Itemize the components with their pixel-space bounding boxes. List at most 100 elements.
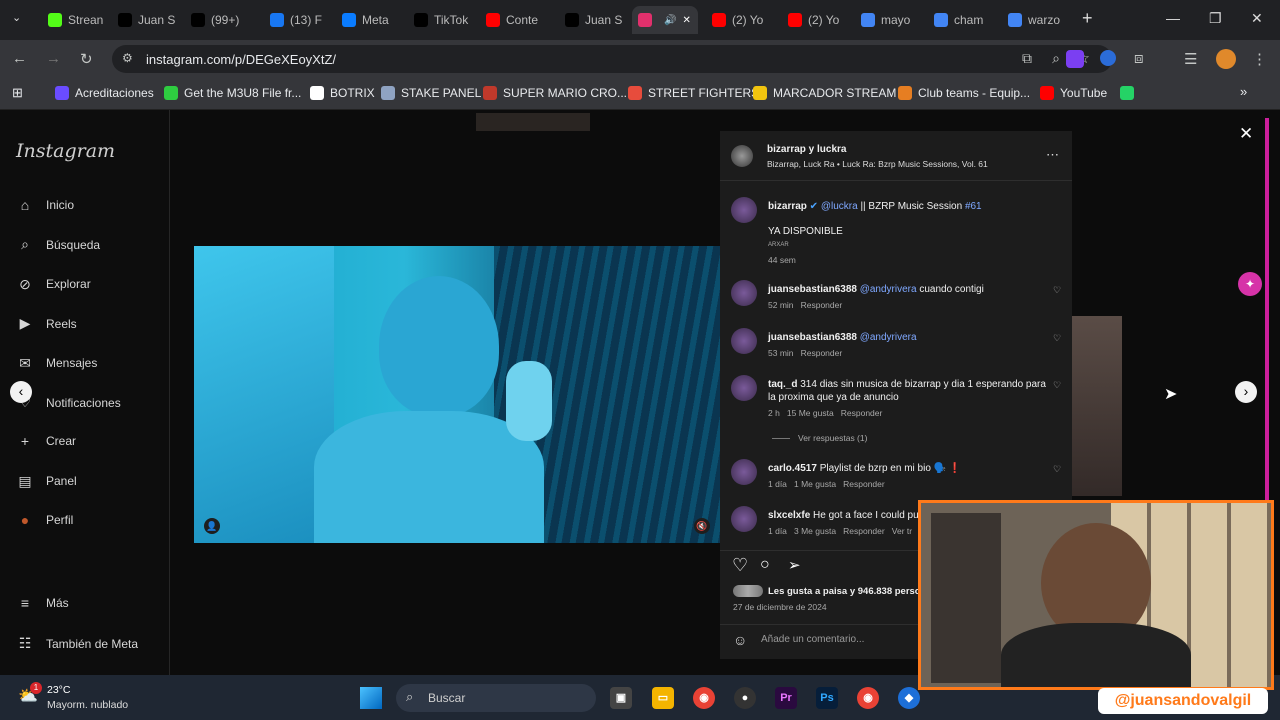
nav-also-meta[interactable]: ☷ También de Meta (16, 635, 138, 652)
browser-tab[interactable]: Juan S (559, 6, 625, 34)
browser-tab[interactable]: Juan S (112, 6, 178, 34)
back-icon[interactable]: ← (12, 50, 27, 67)
new-tab-button[interactable]: + (1082, 8, 1093, 29)
commenter-avatar[interactable] (731, 328, 757, 354)
nav-crear[interactable]: + Crear (16, 433, 76, 449)
bookmark-item[interactable]: Acreditaciones (55, 86, 154, 100)
browser-tab[interactable]: (2) Yo (706, 6, 774, 34)
reload-icon[interactable]: ↻ (80, 50, 93, 68)
nav-explorar[interactable]: ⊘ Explorar (16, 276, 91, 293)
extension-icon[interactable] (1066, 50, 1084, 68)
post-author[interactable]: bizarrap y luckra (767, 143, 846, 156)
browser-tab[interactable]: warzo (1002, 6, 1068, 34)
view-replies[interactable]: Ver respuestas (1) (772, 433, 867, 443)
comment-bubble-icon[interactable]: ○ (760, 556, 770, 574)
taskbar-search[interactable]: ⌕ Buscar (396, 684, 596, 712)
more-options-icon[interactable]: ⋯ (1046, 147, 1059, 163)
nav-inicio[interactable]: ⌂ Inicio (16, 197, 74, 213)
instagram-logo[interactable]: Instagram (16, 140, 115, 162)
bookmark-item[interactable]: STAKE PANEL (381, 86, 481, 100)
forward-icon[interactable]: → (46, 50, 61, 67)
start-button[interactable] (360, 687, 382, 709)
comment-user[interactable]: slxcelxfe (768, 510, 810, 521)
likes-count[interactable]: Les gusta a paisa y 946.838 perso (768, 585, 921, 598)
restore-button[interactable]: ❐ (1209, 10, 1222, 27)
tagged-user-icon[interactable]: 👤 (204, 518, 220, 534)
browser-tab[interactable]: cham (928, 6, 994, 34)
extension-icon[interactable] (1100, 50, 1116, 66)
minimize-button[interactable]: — (1166, 10, 1180, 26)
task-view-icon[interactable]: ▣ (610, 687, 632, 709)
nav-notificaciones[interactable]: ♡Notificaciones (16, 394, 121, 411)
more-bookmarks-icon[interactable]: » (1240, 84, 1247, 99)
media-control-icon[interactable]: ☰ (1184, 50, 1197, 68)
bookmark-item[interactable]: Club teams - Equip... (898, 86, 1030, 100)
comment-input[interactable]: Añade un comentario... (761, 634, 864, 645)
browser-tab[interactable]: (13) F (264, 6, 330, 34)
caption-avatar[interactable] (731, 197, 757, 223)
comment-meta[interactable]: 53 min Responder (768, 348, 842, 358)
bookmark-item[interactable]: BOTRIX (310, 86, 375, 100)
close-post-icon[interactable]: ✕ (1239, 124, 1253, 144)
premiere-icon[interactable]: Pr (775, 687, 797, 709)
comment-like-icon[interactable]: ♡ (1053, 285, 1061, 296)
comment-meta[interactable]: 52 min Responder (768, 300, 842, 310)
bookmark-item[interactable]: Get the M3U8 File fr... (164, 86, 301, 100)
site-info-icon[interactable]: ⚙ (122, 51, 133, 65)
bookmark-item[interactable]: STREET FIGHTERS (628, 86, 759, 100)
browser-tab[interactable]: (2) Yo (782, 6, 848, 34)
menu-kebab-icon[interactable]: ⋮ (1252, 50, 1267, 68)
weather-temp[interactable]: 23°C (47, 684, 70, 696)
previous-post-button[interactable]: ‹ (10, 381, 32, 403)
commenter-avatar[interactable] (731, 506, 757, 532)
browser-tab[interactable]: Strean (42, 6, 108, 34)
zoom-icon[interactable]: ⌕ (1052, 50, 1060, 67)
nav-reels[interactable]: ▶ Reels (16, 315, 77, 332)
share-icon[interactable]: ➢ (788, 556, 801, 574)
comment-user[interactable]: juansebastian6388 (768, 332, 857, 343)
comment-mention[interactable]: @andyrivera (860, 332, 917, 343)
app-icon[interactable]: ● (734, 687, 756, 709)
address-bar[interactable]: ⚙ instagram.com/p/DEGeXEoyXtZ/ ⧉ ⌕ ☆ (112, 45, 1112, 73)
weather-desc[interactable]: Mayorm. nublado (47, 699, 128, 711)
mute-icon[interactable]: 🔇 (694, 518, 710, 534)
comment-user[interactable]: juansebastian6388 (768, 284, 857, 295)
browser-tab[interactable]: 🔊 ✕ (632, 6, 698, 34)
next-post-button[interactable]: › (1235, 381, 1257, 403)
photoshop-icon[interactable]: Ps (816, 687, 838, 709)
nav-more[interactable]: ≡ Más (16, 595, 69, 611)
commenter-avatar[interactable] (731, 280, 757, 306)
browser-tab[interactable]: mayo (855, 6, 921, 34)
nav-mensajes[interactable]: ✉ Mensajes (16, 355, 97, 372)
bookmark-item[interactable]: SUPER MARIO CRO... (483, 86, 627, 100)
comment-user[interactable]: carlo.4517 (768, 463, 817, 474)
post-video[interactable]: 👤 🔇 (194, 246, 720, 543)
browser-tab[interactable]: Conte (480, 6, 552, 34)
close-window-button[interactable]: ✕ (1251, 10, 1263, 27)
nav-perfil[interactable]: ● Perfil (16, 512, 74, 528)
chrome-icon[interactable]: ◉ (693, 687, 715, 709)
nav-búsqueda[interactable]: ⌕ Búsqueda (16, 236, 100, 253)
app-icon[interactable]: ◆ (898, 687, 920, 709)
comment-meta[interactable]: 2 h 15 Me gusta Responder (768, 408, 882, 418)
comment-mention[interactable]: @andyrivera (860, 284, 917, 295)
chrome-profile-icon[interactable]: ◉ (857, 687, 879, 709)
emoji-icon[interactable]: ☺ (733, 632, 747, 648)
bookmark-item[interactable] (1120, 86, 1140, 100)
bookmark-item[interactable]: YouTube (1040, 86, 1107, 100)
like-heart-icon[interactable]: ♡ (732, 555, 748, 576)
author-avatar[interactable] (731, 145, 753, 167)
comment-like-icon[interactable]: ♡ (1053, 464, 1061, 475)
apps-grid-icon[interactable]: ⊞ (12, 85, 23, 101)
browser-tab[interactable]: Meta (336, 6, 400, 34)
comment-user[interactable]: taq._d (768, 379, 797, 390)
nav-panel[interactable]: ▤ Panel (16, 473, 76, 490)
comment-meta[interactable]: 1 día 1 Me gusta Responder (768, 479, 885, 489)
tab-search-chevron-icon[interactable]: ⌄ (12, 11, 21, 24)
comment-like-icon[interactable]: ♡ (1053, 333, 1061, 344)
browser-tab[interactable]: TikTok (408, 6, 472, 34)
close-tab-icon[interactable]: ✕ (682, 15, 690, 26)
browser-tab[interactable]: (99+) (185, 6, 257, 34)
commenter-avatar[interactable] (731, 459, 757, 485)
comment-like-icon[interactable]: ♡ (1053, 380, 1061, 391)
